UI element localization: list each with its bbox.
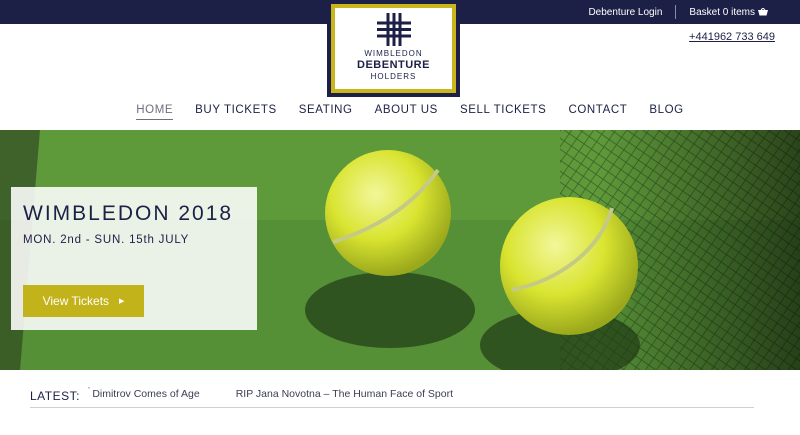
net-grid-icon	[376, 13, 411, 46]
basket-label: Basket 0 items	[689, 6, 755, 18]
nav-sell-tickets[interactable]: SELL TICKETS	[460, 104, 546, 120]
nav-home[interactable]: HOME	[136, 104, 174, 120]
view-tickets-label: View Tickets	[42, 294, 110, 308]
view-tickets-button[interactable]: View Tickets ▶	[23, 285, 144, 317]
logo-panel: WIMBLEDON DEBENTURE HOLDERS	[335, 8, 452, 89]
debenture-login-link[interactable]: Debenture Login	[588, 7, 662, 18]
hero-card: WIMBLEDON 2018 MON. 2nd - SUN. 15th JULY…	[11, 187, 257, 330]
divider	[675, 5, 677, 19]
hero-title: WIMBLEDON 2018	[23, 202, 234, 225]
nav-seating[interactable]: SEATING	[299, 104, 353, 120]
quote-mark-icon: ”	[87, 387, 91, 394]
nav-buy-tickets[interactable]: BUY TICKETS	[195, 104, 277, 120]
latest-news-item[interactable]: RIP Jana Novotna – The Human Face of Spo…	[236, 388, 453, 400]
logo-text-holders: HOLDERS	[370, 72, 417, 81]
phone-link[interactable]: +441962 733 649	[689, 31, 775, 43]
nav-blog[interactable]: BLOG	[649, 104, 683, 120]
latest-news-bar: LATEST: ” Dimitrov Comes of Age RIP Jana…	[13, 372, 776, 435]
logo-text-wimbledon: WIMBLEDON	[364, 49, 423, 58]
page: Debenture Login Basket 0 items WIMBLEDON…	[0, 0, 800, 435]
basket-icon	[758, 8, 768, 16]
main-nav: HOME BUY TICKETS SEATING ABOUT US SELL T…	[0, 104, 800, 120]
nav-about-us[interactable]: ABOUT US	[375, 104, 438, 120]
hero-banner: WIMBLEDON 2018 MON. 2nd - SUN. 15th JULY…	[0, 130, 800, 370]
play-arrow-icon: ▶	[119, 298, 125, 305]
account-links: Debenture Login Basket 0 items	[588, 0, 768, 24]
site-logo[interactable]: WIMBLEDON DEBENTURE HOLDERS	[327, 0, 460, 97]
latest-label: LATEST:	[30, 389, 80, 403]
basket-link[interactable]: Basket 0 items	[689, 7, 768, 18]
latest-ticker: LATEST: ” Dimitrov Comes of Age RIP Jana…	[30, 386, 754, 408]
logo-text-debenture: DEBENTURE	[357, 59, 430, 71]
latest-news-item[interactable]: Dimitrov Comes of Age	[92, 388, 199, 400]
hero-dates: MON. 2nd - SUN. 15th JULY	[23, 234, 190, 246]
logo-border: WIMBLEDON DEBENTURE HOLDERS	[331, 4, 456, 93]
nav-contact[interactable]: CONTACT	[568, 104, 627, 120]
